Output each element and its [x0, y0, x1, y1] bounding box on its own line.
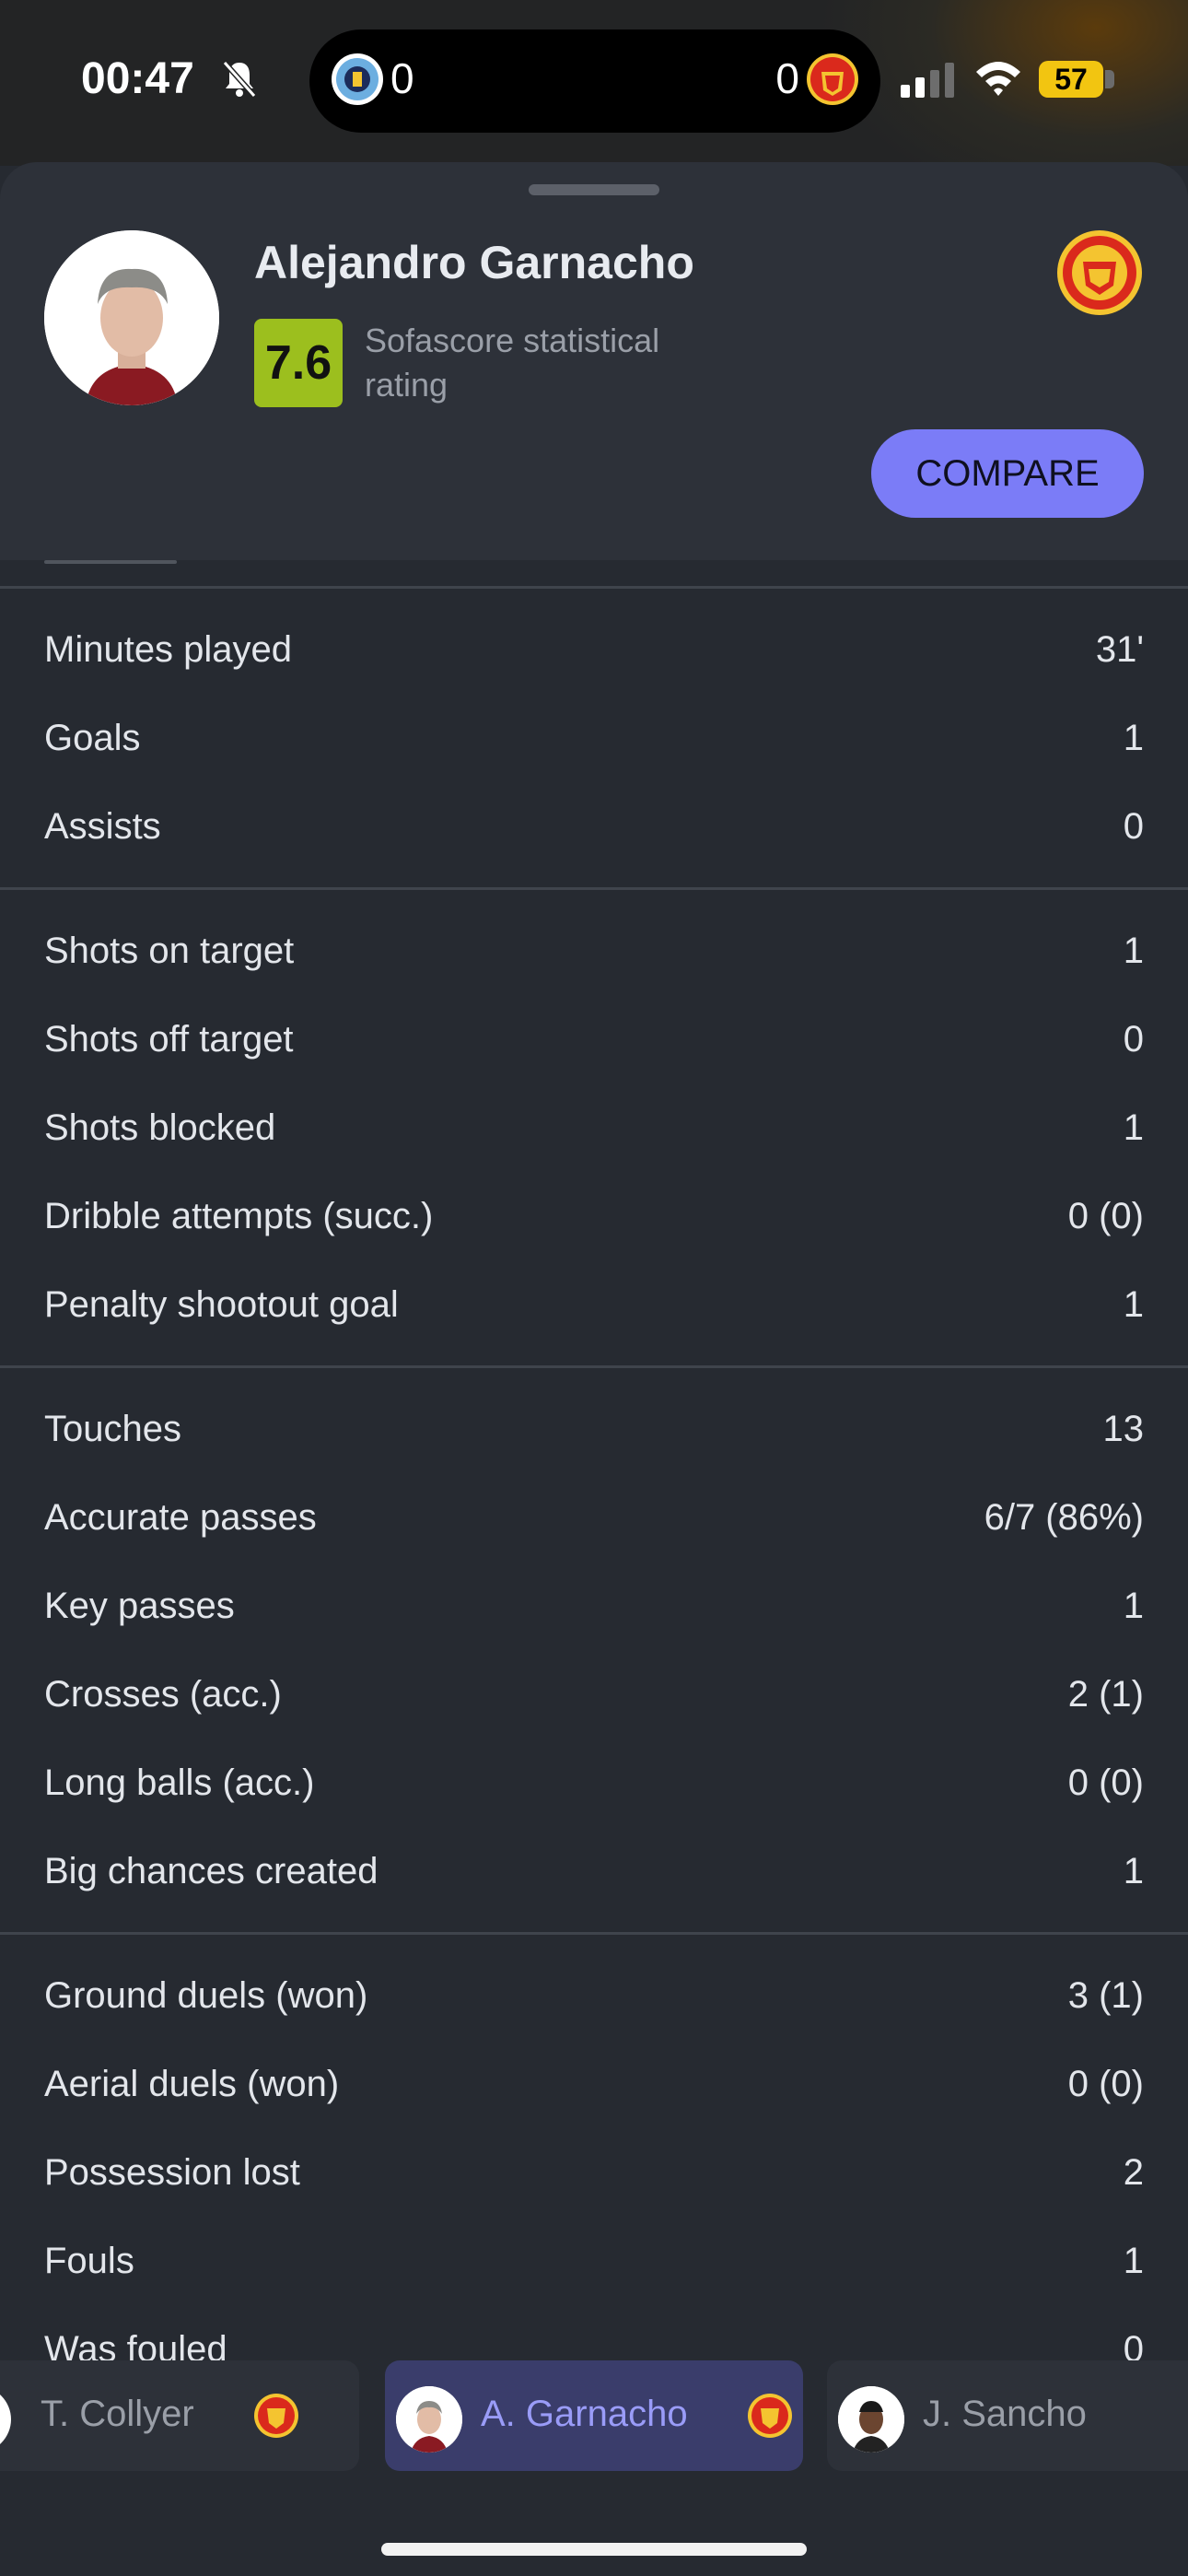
manchester-city-crest-icon: [332, 53, 383, 105]
stat-value: 1: [1123, 1850, 1144, 1891]
stat-row: Dribble attempts (succ.) 0 (0): [0, 1172, 1188, 1260]
stat-value: 2: [1123, 2151, 1144, 2193]
stat-value: 3 (1): [1067, 1974, 1144, 2016]
away-score: 0: [775, 54, 799, 102]
stat-label: Aerial duels (won): [44, 2063, 340, 2104]
stat-group: Touches 13 Accurate passes 6/7 (86%) Key pas…: [0, 1368, 1188, 1932]
battery-cap: [1105, 70, 1114, 88]
player-chip-next[interactable]: J. Sancho: [827, 2360, 1188, 2471]
stat-row: Accurate passes 6/7 (86%): [0, 1473, 1188, 1562]
home-indicator: [381, 2543, 807, 2556]
home-score: 0: [390, 54, 414, 102]
stat-row: Goals 1: [0, 694, 1188, 782]
player-avatar: [44, 230, 219, 405]
player-photo-icon: [44, 230, 219, 405]
stat-value: 1: [1123, 1107, 1144, 1148]
manchester-united-crest-icon: [748, 2394, 792, 2438]
stat-value: 0 (0): [1067, 1762, 1144, 1803]
cellular-signal-icon: [901, 63, 954, 98]
player-avatar-small: [0, 2386, 11, 2453]
manchester-united-crest-icon: [807, 53, 858, 105]
stat-label: Minutes played: [44, 628, 293, 670]
stat-label: Possession lost: [44, 2151, 300, 2193]
player-chip-name: A. Garnacho: [481, 2394, 688, 2434]
stat-label: Goals: [44, 717, 141, 758]
rating-badge: 7.6: [254, 319, 343, 407]
stat-value: 0 (0): [1067, 2063, 1144, 2104]
stat-label: Assists: [44, 805, 161, 847]
stat-label: Fouls: [44, 2240, 134, 2281]
stat-label: Penalty shootout goal: [44, 1283, 399, 1325]
stat-value: 1: [1123, 2240, 1144, 2281]
sheet-grabber[interactable]: [529, 184, 659, 195]
manchester-united-crest-icon[interactable]: [1055, 228, 1144, 317]
stat-value: 6/7 (86%): [984, 1496, 1144, 1538]
wifi-icon: [976, 62, 1020, 96]
stat-label: Ground duels (won): [44, 1974, 368, 2016]
bell-muted-icon: [222, 61, 257, 98]
stat-row: Minutes played 31': [0, 605, 1188, 694]
stat-row: Big chances created 1: [0, 1827, 1188, 1915]
stat-label: Shots on target: [44, 930, 295, 971]
battery-level: 57: [1039, 61, 1103, 98]
stat-label: Big chances created: [44, 1850, 379, 1891]
player-chip-name: J. Sancho: [923, 2394, 1087, 2434]
stat-label: Dribble attempts (succ.): [44, 1195, 434, 1236]
player-avatar-small: [396, 2386, 462, 2453]
stat-row: Shots blocked 1: [0, 1083, 1188, 1172]
live-score-island[interactable]: 0 0: [309, 29, 880, 133]
stat-row: Shots off target 0: [0, 995, 1188, 1083]
stat-value: 1: [1123, 1585, 1144, 1626]
stat-value: 1: [1123, 717, 1144, 758]
player-switcher: T. Collyer A. Garnacho J. Sancho: [0, 2360, 1188, 2473]
stat-row: Ground duels (won) 3 (1): [0, 1951, 1188, 2040]
stat-label: Crosses (acc.): [44, 1673, 282, 1715]
compare-button[interactable]: COMPARE: [871, 429, 1144, 518]
player-avatar-small: [838, 2386, 904, 2453]
stat-row: Possession lost 2: [0, 2128, 1188, 2217]
stat-value: 2 (1): [1067, 1673, 1144, 1715]
stat-label: Key passes: [44, 1585, 235, 1626]
stat-group: Shots on target 1 Shots off target 0 Shots b…: [0, 890, 1188, 1365]
stat-label: Long balls (acc.): [44, 1762, 315, 1803]
stat-row: Aerial duels (won) 0 (0): [0, 2040, 1188, 2128]
stat-value: 0 (0): [1067, 1195, 1144, 1236]
stat-value: 0: [1123, 805, 1144, 847]
stat-row: Shots on target 1: [0, 907, 1188, 995]
clock: 00:47: [81, 54, 194, 103]
stat-label: Shots off target: [44, 1018, 294, 1060]
tab-indicator: [44, 560, 177, 564]
stat-row: Touches 13: [0, 1385, 1188, 1473]
stat-row: Key passes 1: [0, 1562, 1188, 1650]
stat-label: Shots blocked: [44, 1107, 276, 1148]
stat-label: Touches: [44, 1408, 181, 1449]
stat-row: Fouls 1: [0, 2217, 1188, 2305]
rating-caption: Sofascore statistical rating: [365, 322, 660, 404]
stat-value: 13: [1102, 1408, 1145, 1449]
status-bar: 00:47 0 0 57: [0, 0, 1188, 166]
player-chip-current[interactable]: A. Garnacho: [385, 2360, 803, 2471]
stat-label: Accurate passes: [44, 1496, 317, 1538]
manchester-united-crest-icon: [254, 2394, 298, 2438]
stat-row: Crosses (acc.) 2 (1): [0, 1650, 1188, 1739]
stat-row: Long balls (acc.) 0 (0): [0, 1739, 1188, 1827]
stat-row: Assists 0: [0, 782, 1188, 871]
stat-value: 1: [1123, 1283, 1144, 1325]
player-header: Alejandro Garnacho 7.6 Sofascore statist…: [0, 162, 1188, 560]
stat-group: Ground duels (won) 3 (1) Aerial duels (won…: [0, 1935, 1188, 2410]
stat-value: 0: [1123, 1018, 1144, 1060]
stat-group: Minutes played 31' Goals 1 Assists 0: [0, 589, 1188, 887]
stat-value: 31': [1095, 628, 1144, 670]
player-chip-name: T. Collyer: [41, 2394, 194, 2434]
player-name: Alejandro Garnacho: [254, 237, 694, 288]
stat-value: 1: [1123, 930, 1144, 971]
stats-list: Minutes played 31' Goals 1 Assists 0 Shots on …: [0, 586, 1188, 2410]
stat-row: Penalty shootout goal 1: [0, 1260, 1188, 1349]
player-chip-prev[interactable]: T. Collyer: [0, 2360, 359, 2471]
